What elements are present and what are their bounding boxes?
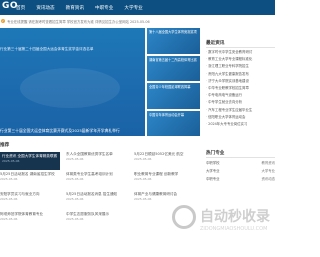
list-item[interactable]: 数字时代中学生安全教育研讨 (206, 49, 275, 56)
list-item[interactable]: 2024年大专专业岗位实习 (206, 121, 275, 128)
thumb-card[interactable]: 中国青年体育运动会开幕 (147, 110, 200, 136)
middle-column: 东人众全国教育优秀学生名单 2025-05-06 体育类专业学生高考培训计划 2… (66, 152, 128, 232)
list-item[interactable]: 中华专业职教学校招生简章 (206, 85, 275, 92)
section-label: 推荐 (0, 143, 10, 148)
list-item[interactable]: 济宁大众学院实训基地建设 (206, 78, 275, 85)
thumb-title: 全国青少年校园足球联赛揭幕 (149, 85, 191, 89)
list-item[interactable]: 贵阳九大学生健康报告发布 (206, 71, 275, 78)
list-item[interactable]: 安阳学员实习与就业方向 2025-05-06 (0, 192, 60, 210)
thumb-list: 第十八届全国大学生体育竞赛奖项 湖南省第五届十二所高校体育比赛 全国青少年校园足… (147, 28, 200, 136)
item-text: 体育类专业学生高考培训计划 (66, 172, 113, 176)
list-item[interactable]: 5月22日顺延5052亿美元 航空 2025-05-06 (134, 152, 198, 170)
item-text: 安阳学员实习与就业方向 (0, 192, 40, 196)
ranking-value: 教育资讯 (261, 161, 275, 165)
list-item[interactable]: 浙江理工职业专科学院招生 (206, 63, 275, 70)
recent-news-panel: 最近资讯 数字时代中学生安全教育研讨 教育工业大学专业课程标准化 浙江理工职业专… (206, 40, 275, 128)
item-text: 5月25日活动报名消息 招生通知 (66, 192, 118, 196)
nav-item-home[interactable]: 首页 (16, 5, 25, 11)
ranking-row[interactable]: 大学专业 大学专业 (206, 167, 275, 175)
list-item[interactable]: 中学生志愿服务队风采展示 2025-05-06 (66, 212, 128, 230)
thumb-card[interactable]: 湖南省第五届十二所高校体育比赛 (147, 55, 200, 81)
list-item[interactable]: 5月25日活动报名 湖南省招生学校 2025-05-06 (0, 172, 60, 190)
thumb-title: 第十八届全国大学生体育竞赛奖项 (149, 30, 197, 34)
ranking-name: 大学专业 (206, 169, 220, 173)
ranking-row[interactable]: 中职专业 资讯动态 (206, 175, 275, 183)
list-item[interactable]: 体育类专业学生高考培训计划 2025-05-06 (66, 172, 128, 190)
item-date: 2025-05-06 (66, 216, 84, 221)
item-date: 2025-05-06 (2, 158, 20, 163)
slider-top-caption: 行业第三十届第二十四届全国大运会体育生奖学金评选名单 (0, 47, 94, 51)
item-date: 2025-05-06 (0, 216, 18, 221)
notice-text[interactable]: 专业在线提醒 请在报考时查看招生简章 学校官方发布为准 详情见招生办公室网站 2… (7, 19, 150, 24)
ranking-name: 中职专业 (206, 177, 220, 181)
nav-item-university[interactable]: 大学专业 (124, 5, 142, 11)
ranking-value: 资讯动态 (261, 177, 275, 181)
item-text: 东人众全国教育优秀学生名单 (66, 152, 113, 156)
list-item[interactable]: 行业资讯 全国大学生体育精英联赛 2025-05-06 (0, 152, 60, 170)
speaker-icon: ♪ (1, 19, 5, 23)
nav-item-news[interactable]: 资讯动态 (36, 5, 54, 11)
item-date: 2025-05-06 (66, 156, 84, 161)
thumb-card[interactable]: 第十八届全国大学生体育竞赛奖项 (147, 28, 200, 54)
item-text: 职业教育专业课程 创新教学 (134, 172, 179, 176)
nav-item-education[interactable]: 教育资讯 (66, 5, 84, 11)
recent-news-list: 数字时代中学生安全教育研讨 教育工业大学专业课程标准化 浙江理工职业专科学院招生… (206, 49, 275, 128)
slider-caption[interactable]: 行业第三十届全国大运会体育比赛开赛式及2025届新学年开学典礼举行 (0, 128, 120, 134)
item-date: 2025-05-06 (0, 196, 18, 201)
watermark-subtext: ZIDONGMIAOSHOULU.COM (200, 226, 268, 232)
notice-bar: ♪ 专业在线提醒 请在报考时查看招生简章 学校官方发布为准 详情见招生办公室网站… (0, 17, 205, 25)
item-date: 2025-05-06 (134, 176, 152, 181)
hot-majors-panel: 热门专业 中职学校 教育资讯 大学专业 大学专业 中职专业 资讯动态 (206, 150, 275, 183)
watermark-text: 自动秒收录 (200, 209, 270, 225)
watermark-logo-icon (172, 205, 196, 229)
item-date: 2025-05-06 (134, 196, 152, 201)
item-date: 2025-05-06 (134, 156, 152, 161)
right-column: 5月22日顺延5052亿美元 航空 2025-05-06 职业教育专业课程 创新… (134, 152, 198, 212)
ranking-value: 大学专业 (261, 169, 275, 173)
left-column: 行业资讯 全国大学生体育精英联赛 2025-05-06 5月25日活动报名 湖南… (0, 152, 60, 232)
item-text: 体育产业与健康教育研讨会 (134, 192, 178, 196)
list-item[interactable]: 汽车工程专业学生应届毕业生 (206, 107, 275, 114)
ranking-name: 中职学校 (206, 161, 220, 165)
top-header: GO 首页 资讯动态 教育资讯 中职专业 大学专业 (0, 0, 275, 15)
item-text: 阿坝师范学院体育教育专业 (0, 212, 44, 216)
item-date: 2025-05-06 (66, 196, 84, 201)
thumb-title: 中国青年体育运动会开幕 (149, 112, 185, 117)
recommend-section: 推荐 行业资讯 全国大学生体育精英联赛 2025-05-06 5月25日活动报名… (0, 142, 200, 257)
list-item[interactable]: 中专学生就业去向分析 (206, 99, 275, 106)
list-item[interactable]: 阿坝师范学院体育教育专业 2025-05-06 (0, 212, 60, 230)
list-item[interactable]: 中专电商电气设备运行 (206, 92, 275, 99)
list-item[interactable]: 东人众全国教育优秀学生名单 2025-05-06 (66, 152, 128, 170)
hot-majors-title: 热门专业 (206, 150, 275, 158)
thumb-title: 湖南省第五届十二所高校体育比赛 (149, 57, 197, 62)
thumb-card[interactable]: 全国青少年校园足球联赛揭幕 (147, 83, 200, 109)
item-text: 5月22日顺延5052亿美元 航空 (134, 152, 184, 156)
nav-item-vocational[interactable]: 中职专业 (95, 5, 113, 11)
list-item[interactable]: 职业教育专业课程 创新教学 2025-05-06 (134, 172, 198, 190)
item-date: 2025-05-06 (66, 176, 84, 181)
item-text: 行业资讯 全国大学生体育精英联赛 (2, 154, 58, 158)
item-date: 2025-05-06 (0, 176, 18, 181)
list-item[interactable]: 5月25日活动报名消息 招生通知 2025-05-06 (66, 192, 128, 210)
list-item[interactable]: 教育工业大学专业课程标准化 (206, 56, 275, 63)
list-item[interactable]: 信阳职业大学体育运动会 (206, 114, 275, 121)
main-nav: 首页 资讯动态 教育资讯 中职专业 大学专业 (16, 5, 143, 11)
slider-glow (20, 68, 120, 108)
ranking-row[interactable]: 中职学校 教育资讯 (206, 159, 275, 167)
recent-news-title: 最近资讯 (206, 40, 275, 48)
watermark: 自动秒收录 ZIDONGMIAOSHOULU.COM (172, 205, 282, 245)
hero-slider[interactable]: 行业第三十届第二十四届全国大运会体育生奖学金评选名单 行业第三十届全国大运会体育… (0, 28, 145, 136)
item-text: 5月25日活动报名 湖南省招生学校 (0, 172, 55, 176)
item-text: 中学生志愿服务队风采展示 (66, 212, 110, 216)
